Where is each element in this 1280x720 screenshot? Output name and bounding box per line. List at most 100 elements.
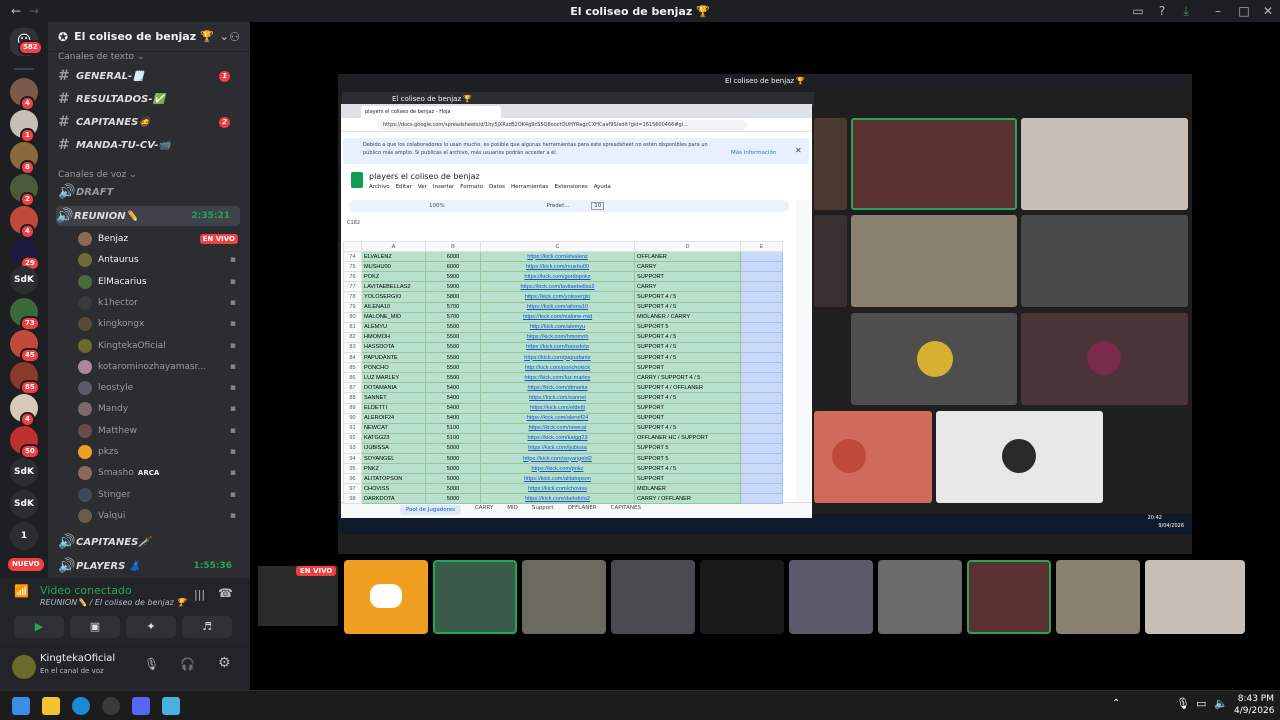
player-name-cell[interactable]: HMOMOH [361, 331, 426, 343]
voice-channel-capitanes[interactable]: 🔊 CAPITANES🗡️ [58, 532, 242, 552]
menu-item[interactable]: Formato [460, 184, 483, 190]
mmr-cell[interactable]: 5500 [425, 362, 481, 374]
empty-cell[interactable] [740, 271, 783, 283]
player-name-cell[interactable]: NEWCAT [361, 422, 426, 434]
menu-item[interactable]: Insertar [433, 184, 454, 190]
minimize-icon[interactable]: – [1210, 3, 1226, 19]
settings-gear-icon[interactable]: ⚙ [218, 655, 231, 671]
row-number[interactable]: 79 [343, 301, 362, 313]
activities-button[interactable]: ✦ [126, 616, 176, 638]
mmr-cell[interactable]: 6000 [425, 261, 481, 273]
row-number[interactable]: 91 [343, 422, 362, 434]
server-icon[interactable]: SdK [10, 266, 38, 294]
row-number[interactable]: 81 [343, 321, 362, 333]
row-number[interactable]: 75 [343, 261, 362, 273]
row-number[interactable]: 96 [343, 473, 362, 485]
voice-user[interactable]: Benjaz EN VIVO [78, 229, 248, 249]
row-number[interactable]: 94 [343, 452, 362, 465]
voice-status-title[interactable]: Video conectado [40, 584, 132, 597]
player-name-cell[interactable]: MALONE_MID [361, 311, 426, 323]
empty-cell[interactable] [740, 452, 783, 465]
role-cell[interactable]: SUPPORT [634, 271, 741, 283]
video-tile[interactable] [1021, 215, 1188, 307]
role-cell[interactable]: SUPPORT 4 / 5 [634, 422, 741, 434]
sheet-tab[interactable]: OFFLANER [568, 505, 597, 515]
menu-item[interactable]: Archivo [369, 184, 390, 190]
row-number[interactable]: 77 [343, 281, 362, 293]
voice-user[interactable]: kingkongx ▪ [78, 314, 248, 334]
voice-channel-players[interactable]: 🔊 PLAYERS 👗 1:55:36 [58, 556, 242, 576]
mmr-cell[interactable]: 5500 [425, 331, 481, 343]
row-number[interactable]: 90 [343, 412, 362, 424]
menu-item[interactable]: Datos [489, 184, 505, 190]
video-tile[interactable] [433, 560, 517, 634]
mmr-cell[interactable]: 5500 [425, 352, 481, 364]
link-cell[interactable]: https://kick.com/lavitaebellas2 [480, 281, 635, 293]
empty-cell[interactable] [740, 301, 783, 313]
column-header[interactable]: D [634, 240, 741, 253]
video-tile[interactable] [814, 118, 847, 210]
network-icon[interactable]: ▭ [1196, 697, 1206, 710]
soundboard-icon[interactable]: ||| [194, 588, 205, 601]
row-number[interactable]: 97 [343, 483, 362, 495]
video-tile-avatar[interactable] [1021, 313, 1188, 405]
role-cell[interactable]: SUPPORT 4 / 5 [634, 291, 741, 303]
text-channel[interactable]: # MANDA-TU-CV-📹 [58, 135, 242, 155]
voice-user[interactable]: Antaurus ▪ [78, 250, 248, 270]
mmr-cell[interactable]: 5000 [425, 493, 481, 505]
maximize-icon[interactable]: □ [1236, 3, 1252, 19]
clock-date[interactable]: 4/9/2026 [1234, 706, 1274, 716]
link-cell[interactable]: https://kick.com/papudante [480, 352, 635, 364]
zoom-select[interactable]: 100% [429, 203, 445, 209]
spreadsheet-grid[interactable]: A B C D E 74 ELVALENZ 6000 https://kick.com/elva… [343, 240, 783, 505]
link-cell[interactable]: https://kick.com/choviss [480, 483, 635, 495]
player-name-cell[interactable]: PNKZ [361, 463, 426, 475]
player-name-cell[interactable]: ALEROIF24 [361, 412, 426, 424]
player-name-cell[interactable]: IJUBISSA [361, 442, 426, 454]
role-cell[interactable]: SUPPORT 4 / 5 [634, 301, 741, 313]
empty-cell[interactable] [740, 382, 783, 394]
empty-cell[interactable] [740, 392, 783, 404]
voice-user[interactable]: KingtekaOficial ▪ [78, 336, 248, 356]
voice-user[interactable]: k1hector ▪ [78, 293, 248, 313]
player-name-cell[interactable]: SOYANGEL [361, 452, 426, 465]
sheet-tab[interactable]: CAPITANES [611, 505, 641, 515]
player-name-cell[interactable]: ALITATOPSON [361, 473, 426, 485]
close-notice-icon[interactable]: ✕ [795, 146, 802, 155]
link-cell[interactable]: https://kick.com/newcat [480, 422, 635, 434]
menu-item[interactable]: Editar [396, 184, 412, 190]
link-cell[interactable]: https://kick.com/soyangeld2 [480, 452, 635, 465]
mmr-cell[interactable]: 5800 [425, 291, 481, 303]
address-bar[interactable]: https://docs.google.com/spreadsheets/d/1… [377, 120, 747, 130]
mmr-cell[interactable]: 6000 [425, 251, 481, 263]
row-number[interactable]: 84 [343, 352, 362, 364]
empty-cell[interactable] [740, 331, 783, 343]
player-name-cell[interactable]: AILENA10 [361, 301, 426, 313]
link-cell[interactable]: https://kick.com/aleroif24 [480, 412, 635, 424]
notepad-icon[interactable] [162, 697, 180, 715]
row-number[interactable]: 87 [343, 382, 362, 394]
empty-cell[interactable] [740, 261, 783, 273]
microphone-icon[interactable]: 🎙 [144, 657, 159, 671]
role-cell[interactable]: SUPPORT 4 / 5 [634, 463, 741, 475]
link-cell[interactable]: https://kick.com/elvalenz [480, 251, 635, 263]
video-tile[interactable] [522, 560, 606, 634]
font-select[interactable]: Predet... [546, 203, 569, 209]
role-cell[interactable]: SUPPORT [634, 412, 741, 424]
video-tile[interactable] [814, 215, 847, 307]
sheet-tab[interactable]: Pool de Jugadores [400, 505, 461, 515]
server-header[interactable]: ✪ El coliseo de benjaz 🏆 ⌄ ⚇ [48, 22, 250, 52]
player-name-cell[interactable]: CHOVISS [361, 483, 426, 495]
link-cell[interactable]: https://kick.com/hmomoh [480, 331, 635, 343]
role-cell[interactable]: CARRY [634, 281, 741, 293]
row-number[interactable]: 98 [343, 493, 362, 505]
role-cell[interactable]: CARRY / SUPPORT 4 / 5 [634, 372, 741, 384]
voice-user[interactable]: leostyle ▪ [78, 378, 248, 398]
link-cell[interactable]: http://kick.com/alemyu [480, 321, 635, 333]
voice-status-subtitle[interactable]: REUNION✏️ / El coliseo de benjaz 🏆 [40, 598, 186, 607]
edge-browser-icon[interactable] [72, 697, 90, 715]
role-cell[interactable]: SUPPORT 4 / 5 [634, 352, 741, 364]
download-icon[interactable]: ⤓ [1178, 3, 1194, 19]
soundboard-button[interactable]: ♬ [182, 616, 232, 638]
row-number[interactable]: 93 [343, 442, 362, 454]
